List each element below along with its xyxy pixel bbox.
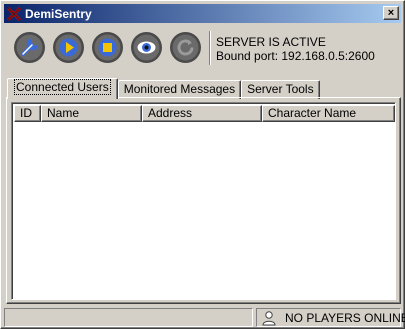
- status-bar: NO PLAYERS ONLINE: [4, 307, 405, 327]
- toolbar: [13, 31, 202, 65]
- players-online-text: NO PLAYERS ONLINE: [285, 310, 405, 325]
- status-panel-left: [4, 308, 253, 327]
- wrench-icon: [14, 32, 45, 63]
- monitor-button[interactable]: [130, 31, 163, 64]
- stop-server-button[interactable]: [91, 31, 124, 64]
- play-icon: [53, 32, 84, 63]
- list-header: ID Name Address Character Name: [14, 105, 395, 122]
- tab-strip: Connected Users Monitored Messages Serve…: [7, 78, 320, 99]
- settings-button[interactable]: [13, 31, 46, 64]
- tab-panel: ID Name Address Character Name: [6, 97, 401, 304]
- server-status-text: SERVER IS ACTIVE: [216, 35, 326, 49]
- column-header-name[interactable]: Name: [41, 105, 142, 122]
- column-header-character-name[interactable]: Character Name: [262, 105, 395, 122]
- column-header-address[interactable]: Address: [142, 105, 262, 122]
- tab-label: Monitored Messages: [123, 82, 236, 96]
- close-icon: ×: [387, 6, 395, 19]
- start-server-button[interactable]: [52, 31, 85, 64]
- app-logo-icon: [6, 6, 22, 22]
- toolbar-separator: [209, 31, 211, 65]
- tab-label: Server Tools: [247, 82, 314, 96]
- app-window: DemiSentry × SERVER IS ACTIVE Bound port…: [0, 0, 405, 329]
- stop-icon: [92, 32, 123, 63]
- user-icon: [261, 310, 277, 326]
- window-title: DemiSentry: [25, 6, 92, 21]
- refresh-button[interactable]: [169, 31, 202, 64]
- server-status-panel: SERVER IS ACTIVE Bound port: 192.168.0.5…: [216, 35, 375, 63]
- eye-icon: [131, 32, 162, 63]
- bound-port-text: Bound port: 192.168.0.5:2600: [216, 49, 375, 63]
- tab-connected-users[interactable]: Connected Users: [7, 78, 118, 99]
- users-list[interactable]: ID Name Address Character Name: [11, 102, 396, 300]
- refresh-icon: [170, 32, 201, 63]
- column-header-id[interactable]: ID: [14, 105, 41, 122]
- status-panel-players: NO PLAYERS ONLINE: [256, 308, 405, 327]
- tab-label: Connected Users: [14, 79, 111, 95]
- close-button[interactable]: ×: [383, 6, 399, 20]
- title-bar[interactable]: DemiSentry ×: [4, 4, 401, 23]
